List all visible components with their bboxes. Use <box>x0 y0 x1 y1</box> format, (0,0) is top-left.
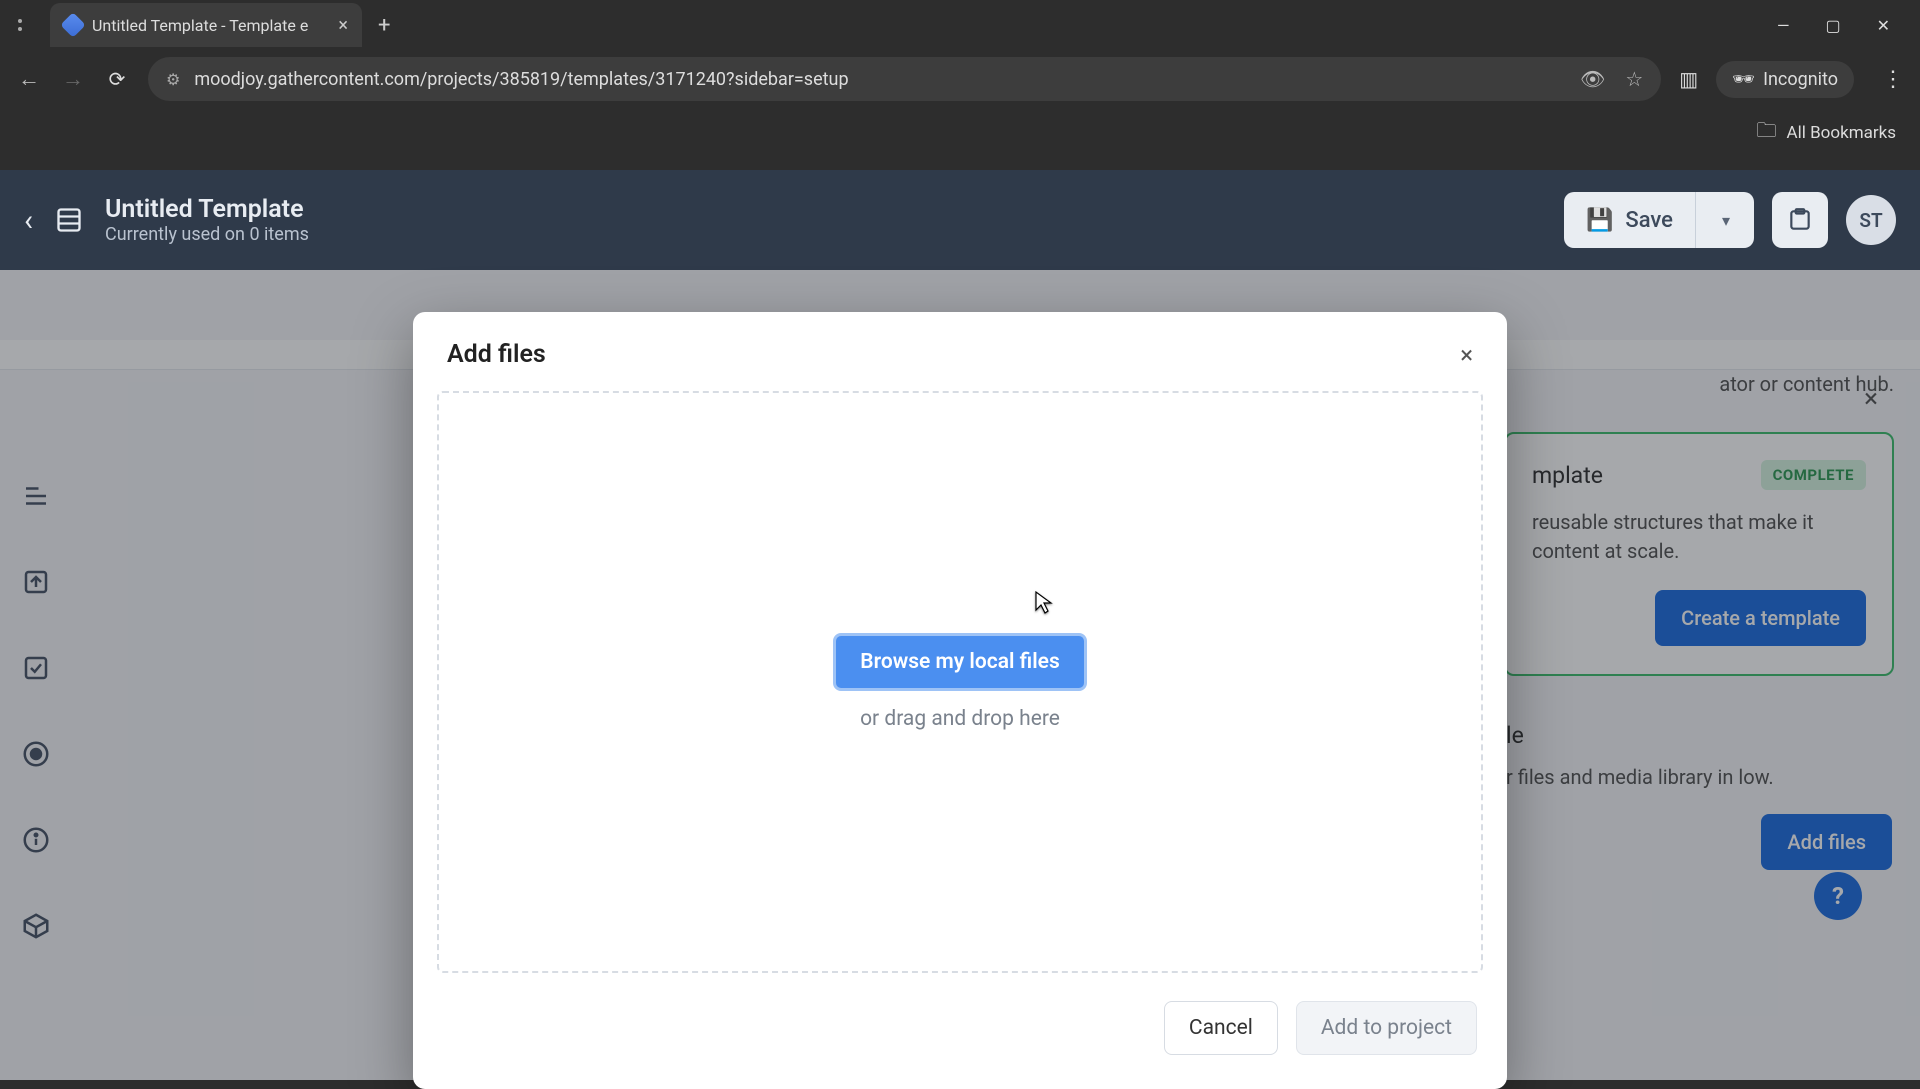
save-button[interactable]: 💾 Save ▾ <box>1564 192 1754 248</box>
add-files-modal: Add files × Browse my local files or dra… <box>413 312 1507 1089</box>
template-title: Untitled Template <box>105 195 309 224</box>
save-label: Save <box>1625 208 1673 233</box>
tab-bar: Untitled Template - Template e × + — ▢ ✕ <box>0 0 1920 50</box>
forward-icon: → <box>60 66 86 92</box>
browser-tab[interactable]: Untitled Template - Template e × <box>50 3 362 47</box>
save-icon: 💾 <box>1586 208 1613 233</box>
star-icon[interactable]: ☆ <box>1625 67 1643 91</box>
incognito-badge[interactable]: 🕶 Incognito <box>1716 61 1854 98</box>
folder-icon: 🗀 <box>1757 116 1777 150</box>
favicon-icon <box>60 12 85 37</box>
drop-zone[interactable]: Browse my local files or drag and drop h… <box>437 391 1483 973</box>
all-bookmarks-link[interactable]: All Bookmarks <box>1787 123 1896 143</box>
new-tab-button[interactable]: + <box>378 13 390 38</box>
close-modal-icon[interactable]: × <box>1460 341 1473 369</box>
site-settings-icon[interactable]: ⚙ <box>166 70 180 89</box>
secondary-action-button[interactable] <box>1772 192 1828 248</box>
template-icon <box>55 206 83 234</box>
close-window-icon[interactable]: ✕ <box>1877 16 1890 35</box>
app-body: × ator or content hub. mplate COMPLETE r… <box>0 270 1920 1080</box>
app-root: ‹ Untitled Template Currently used on 0 … <box>0 170 1920 1080</box>
bookmarks-bar: 🗀 All Bookmarks <box>0 108 1920 158</box>
user-avatar[interactable]: ST <box>1846 195 1896 245</box>
back-icon[interactable]: ← <box>16 66 42 92</box>
tab-list-icon[interactable] <box>8 0 32 50</box>
address-bar: ← → ⟳ ⚙ moodjoy.gathercontent.com/projec… <box>0 50 1920 108</box>
browser-menu-icon[interactable]: ⋮ <box>1882 67 1904 92</box>
modal-overlay[interactable]: Add files × Browse my local files or dra… <box>0 270 1920 1080</box>
cancel-button[interactable]: Cancel <box>1164 1001 1278 1055</box>
url-text: moodjoy.gathercontent.com/projects/38581… <box>194 69 1566 90</box>
tab-title: Untitled Template - Template e <box>92 16 328 35</box>
app-back-icon[interactable]: ‹ <box>24 203 33 238</box>
drag-hint: or drag and drop here <box>860 707 1060 731</box>
modal-title: Add files <box>447 340 546 369</box>
browser-chrome: Untitled Template - Template e × + — ▢ ✕… <box>0 0 1920 170</box>
close-tab-icon[interactable]: × <box>338 15 348 36</box>
app-header: ‹ Untitled Template Currently used on 0 … <box>0 170 1920 270</box>
url-field[interactable]: ⚙ moodjoy.gathercontent.com/projects/385… <box>148 57 1661 101</box>
side-panel-icon[interactable]: ▥ <box>1679 67 1698 91</box>
reload-icon[interactable]: ⟳ <box>104 67 130 91</box>
add-to-project-button[interactable]: Add to project <box>1296 1001 1477 1055</box>
incognito-label: Incognito <box>1763 69 1838 90</box>
chevron-down-icon[interactable]: ▾ <box>1708 211 1744 230</box>
minimize-icon[interactable]: — <box>1777 16 1790 35</box>
incognito-icon: 🕶 <box>1732 69 1755 90</box>
template-subtitle: Currently used on 0 items <box>105 224 309 245</box>
template-heading: Untitled Template Currently used on 0 it… <box>105 195 309 245</box>
eye-off-icon[interactable]: 👁 <box>1580 67 1605 91</box>
maximize-icon[interactable]: ▢ <box>1825 16 1840 35</box>
browse-files-button[interactable]: Browse my local files <box>833 633 1087 691</box>
window-controls: — ▢ ✕ <box>1777 16 1912 35</box>
